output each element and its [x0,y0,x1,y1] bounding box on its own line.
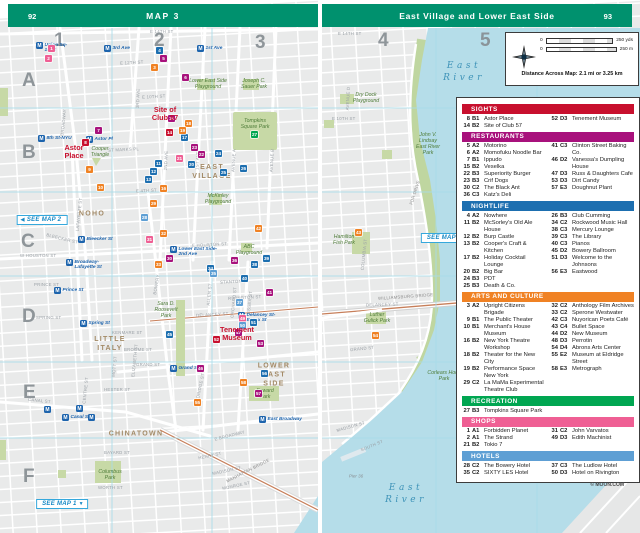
legend-entry: 50D3Hotel on Rivington [550,470,634,477]
legend-entry: 53D3Dirt Candy [550,178,634,185]
page-number: 93 [604,12,612,21]
legend-entry: 54D4Abrons Arts Center [550,345,634,352]
legend-entry: 37C3The Ludlow Hotel [550,463,634,470]
scale-row-meters: 0 250 m [540,47,633,53]
legend-entry: 8B1Astor Place [462,116,546,123]
legend-entry: 58E3Metrograph [550,366,634,373]
legend-entry: 38C3Mercury Lounge [550,227,634,234]
page-title: MAP 3 [8,11,318,21]
page-title: East Village and Lower East Side [322,11,632,21]
page-right: 456 E 14TH STE 10TH STAVENUE DCOLUMBIA S… [322,0,640,533]
legend-section-hotels: HOTELS [462,451,634,461]
scale-bar [546,38,614,44]
legend-entry: 3A2Upright Citizens Brigade [462,303,546,317]
legend-entry: 39C3The Library [550,234,634,241]
legend-entry: 52D3Tenement Museum [550,116,634,123]
legend-entry: 55E2Museum at Eldridge Street [550,352,634,366]
legend-section-restaurants: RESTAURANTS [462,132,634,142]
legend-entry: 49D3Edith Machinist [550,435,634,442]
legend-entry: 33C2Sperone Westwater [550,310,634,317]
legend-entry: 22B3Superiority Burger [462,171,546,178]
legend-entry: 12B2Burp Castle [462,234,546,241]
legend-entry: 16B2New York Theatre Workshop [462,338,546,352]
legend-entry: 5A2Motorino [462,143,546,150]
legend-section-nightlife: NIGHTLIFE [462,201,634,211]
legend-entry: 15B2Veselka [462,164,546,171]
scale-caption: Distance Across Map: 2.1 mi or 3.25 km [510,71,634,77]
legend-section-shops: SHOPS [462,417,634,427]
legend-entry: 7B1Ippudo [462,157,546,164]
legend-entry: 45D2Bowery Ballroom [550,248,634,255]
legend-entry: 42C3Nuyorican Poets Café [550,317,634,324]
header-bar-right: East Village and Lower East Side 93 [322,4,632,27]
legend-entry: 48D3Perrotin [550,338,634,345]
legend-entry: 36C3Katz's Deli [462,192,546,199]
legend-section-arts: ARTS AND CULTURE [462,292,634,302]
legend-entry: 51D3Welcome to the Johnsons [550,255,634,269]
legend-entry: 25B3Death & Co. [462,283,546,290]
left-map-canvas [0,0,318,533]
legend-section-sights: SIGHTS [462,104,634,114]
legend-entry: 31C2John Varvatos [550,428,634,435]
legend-entry: 14B2Site of Club 57 [462,123,546,130]
scale-box: 0 250 yds 0 250 m Distance Across Map: 2… [505,32,639,86]
page-left: 123 ABCDEF E 14TH STE 12TH STE 10TH STST… [0,0,318,533]
legend-entry: 35C2SIXTY LES Hotel [462,470,546,477]
legend-entry: 56E3Eastwood [550,269,634,276]
legend-entry: 23B3Crif Dogs [462,178,546,185]
copyright: © MOON.COM [590,482,624,488]
legend-entry: 4A2Nowhere [462,213,546,220]
legend-entry: 11B2McSorley's Old Ale House [462,220,546,234]
legend-section-recreation: RECREATION [462,396,634,406]
legend-entry: 30C2The Black Ant [462,185,546,192]
legend-panel: SIGHTS 8B1Astor Place14B2Site of Club 57… [456,97,640,483]
legend-entry: 34C2Rockwood Music Hall [550,220,634,227]
legend-entry: 57E3Doughnut Plant [550,185,634,192]
legend-entry: 26B3Club Cumming [550,213,634,220]
legend-entry: 40C3Pianos [550,241,634,248]
legend-entry: 10B1Merchant's House Museum [462,324,546,338]
legend-entry: 20B2Big Bar [462,269,546,276]
legend-entry: 41C3Clinton Street Baking Co. [550,143,634,157]
header-bar-left: 92 MAP 3 [8,4,318,27]
legend-entry: 9B1The Public Theater [462,317,546,324]
legend-entry: 17B2Holiday Cocktail Lounge [462,255,546,269]
map-book-spread: 123 ABCDEF E 14TH STE 12TH STE 10TH STST… [0,0,640,533]
legend-entry: 32C2Anthology Film Archives [550,303,634,310]
legend-entry: 2A1The Strand [462,435,546,442]
legend-entry: 29C2La MaMa Experimental Theatre Club [462,380,546,394]
legend-entry: 19B2Performance Space New York [462,366,546,380]
legend-entry: 21B2Tokio 7 [462,442,546,449]
scale-bar [546,47,617,53]
legend-entry: 43C4Bullet Space [550,324,634,331]
legend-entry: 18B2Theater for the New City [462,352,546,366]
compass-icon [512,45,536,69]
legend-entry: 28C2The Bowery Hotel [462,463,546,470]
legend-entry: 27B3Tompkins Square Park [462,408,546,415]
legend-entry: 47D3Russ & Daughters Cafe [550,171,634,178]
legend-entry: 13B2Cooper's Craft & Kitchen [462,241,546,255]
legend-entry: 44D2New Museum [550,331,634,338]
legend-entry: 6A2Momofuku Noodle Bar [462,150,546,157]
legend-entry: 1A1Forbidden Planet [462,428,546,435]
legend-entry: 24B3PDT [462,276,546,283]
scale-row-yards: 0 250 yds [540,38,633,44]
legend-entry: 46D2Vanessa's Dumpling House [550,157,634,171]
